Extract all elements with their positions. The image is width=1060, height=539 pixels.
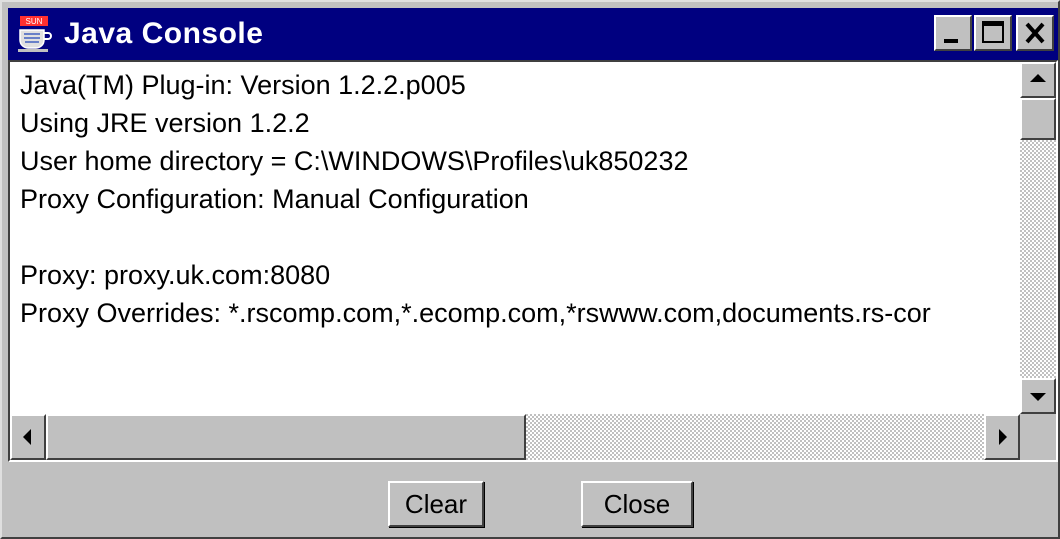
console-line: Proxy: proxy.uk.com:8080 — [20, 260, 331, 290]
scroll-up-button[interactable] — [1020, 62, 1056, 98]
clear-button[interactable]: Clear — [388, 481, 484, 527]
java-console-window: SUN Java Console Java(TM) Plug-in: Versi… — [0, 0, 1060, 539]
window-title: Java Console — [64, 17, 264, 50]
maximize-icon — [982, 21, 1004, 43]
vertical-scrollbar[interactable] — [1020, 62, 1056, 414]
horizontal-scroll-thumb[interactable] — [46, 414, 526, 460]
maximize-button[interactable] — [974, 15, 1012, 51]
scroll-right-button[interactable] — [984, 414, 1020, 460]
arrow-left-icon — [23, 429, 31, 445]
close-button[interactable]: Close — [581, 481, 693, 527]
close-window-button[interactable] — [1016, 15, 1054, 51]
console-line: Proxy Overrides: *.rscomp.com,*.ecomp.co… — [20, 298, 931, 328]
console-output-area[interactable]: Java(TM) Plug-in: Version 1.2.2.p005 Usi… — [8, 60, 1058, 462]
scroll-down-button[interactable] — [1020, 378, 1056, 414]
vertical-scroll-thumb[interactable] — [1020, 98, 1056, 140]
horizontal-scrollbar[interactable] — [10, 414, 1020, 460]
console-text[interactable]: Java(TM) Plug-in: Version 1.2.2.p005 Usi… — [20, 66, 1020, 414]
arrow-right-icon — [999, 429, 1007, 445]
console-line: User home directory = C:\WINDOWS\Profile… — [20, 146, 689, 176]
minimize-button[interactable] — [934, 15, 972, 51]
arrow-up-icon — [1030, 74, 1046, 82]
close-icon — [1025, 22, 1045, 44]
arrow-down-icon — [1030, 393, 1046, 401]
minimize-icon — [944, 39, 958, 43]
svg-text:SUN: SUN — [26, 17, 43, 26]
console-line: Using JRE version 1.2.2 — [20, 108, 310, 138]
scrollbar-corner — [1020, 414, 1056, 460]
scroll-left-button[interactable] — [10, 414, 46, 460]
console-line: Java(TM) Plug-in: Version 1.2.2.p005 — [20, 70, 466, 100]
button-bar: Clear Close — [8, 464, 1058, 537]
console-line: Proxy Configuration: Manual Configuratio… — [20, 184, 529, 214]
title-bar[interactable]: SUN Java Console — [8, 8, 1058, 60]
java-coffee-cup-icon: SUN — [14, 14, 54, 54]
